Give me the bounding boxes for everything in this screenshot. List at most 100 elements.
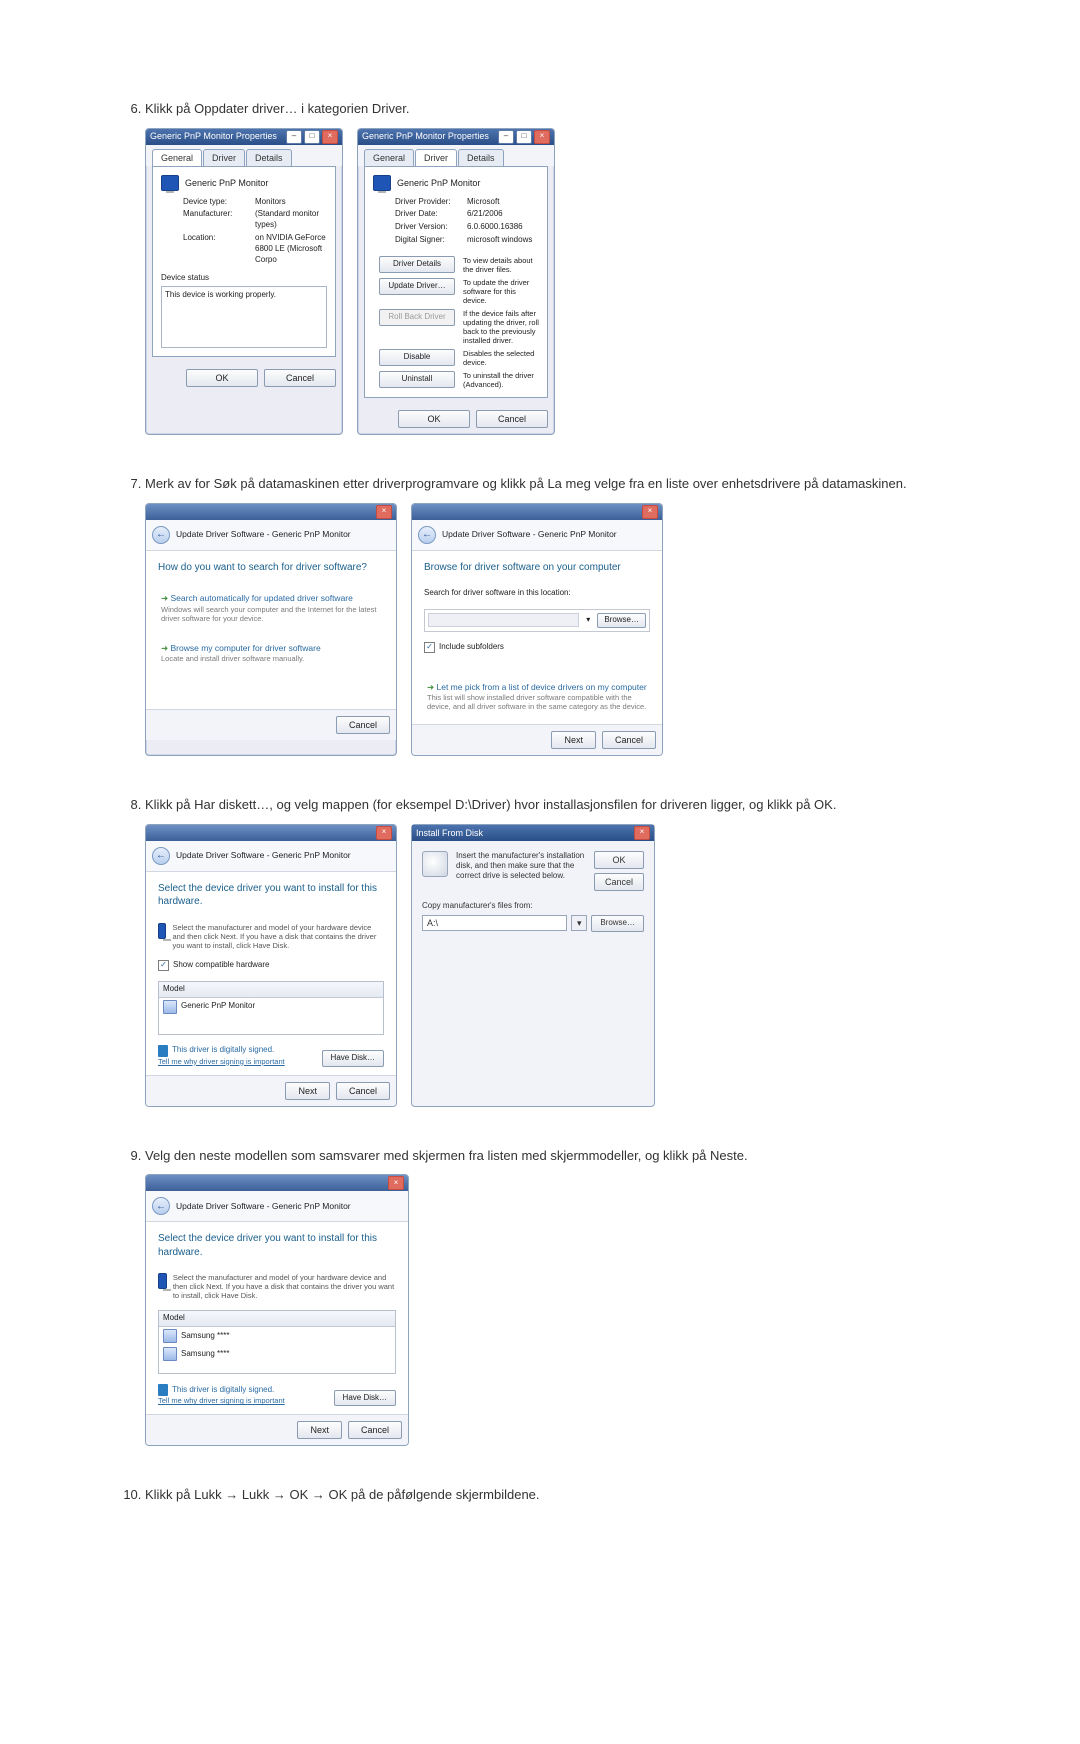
option-title: Let me pick from a list of device driver…	[427, 682, 647, 693]
close-icon[interactable]: ×	[388, 1176, 404, 1190]
cancel-button[interactable]: Cancel	[348, 1421, 402, 1439]
device-icon	[163, 1347, 177, 1361]
ok-button[interactable]: OK	[398, 410, 470, 428]
cancel-button[interactable]: Cancel	[594, 873, 644, 891]
back-icon[interactable]: ←	[418, 526, 436, 544]
close-icon[interactable]: ×	[642, 505, 658, 519]
checkbox-label: Show compatible hardware	[173, 960, 270, 971]
browse-button[interactable]: Browse…	[591, 915, 644, 932]
next-button[interactable]: Next	[551, 731, 596, 749]
step-text: Klikk på Oppdater driver… i kategorien D…	[145, 101, 409, 116]
label: Location:	[183, 233, 255, 265]
option-browse[interactable]: Browse my computer for driver software L…	[158, 638, 384, 668]
cancel-button[interactable]: Cancel	[602, 731, 656, 749]
breadcrumb: Update Driver Software - Generic PnP Mon…	[442, 529, 617, 540]
location-input[interactable]	[428, 613, 579, 627]
tab-driver[interactable]: Driver	[203, 149, 245, 166]
value: 6/21/2006	[467, 209, 539, 220]
wizard-search: × ←Update Driver Software - Generic PnP …	[145, 503, 397, 757]
device-status-box: This device is working properly.	[161, 286, 327, 348]
desc: To uninstall the driver (Advanced).	[463, 371, 539, 389]
tab-driver[interactable]: Driver	[415, 149, 457, 166]
path-input[interactable]: A:\	[422, 915, 567, 931]
next-button[interactable]: Next	[285, 1082, 330, 1100]
maximize-icon[interactable]: □	[304, 130, 320, 144]
list-item[interactable]: Generic PnP Monitor	[159, 998, 383, 1016]
cancel-button[interactable]: Cancel	[336, 716, 390, 734]
tab-general[interactable]: General	[364, 149, 414, 166]
disk-icon	[422, 851, 448, 877]
option-desc: This list will show installed driver sof…	[427, 693, 647, 711]
window-title: Generic PnP Monitor Properties	[150, 130, 277, 142]
ok-button[interactable]: OK	[594, 851, 644, 869]
monitor-icon	[158, 923, 166, 939]
desc: To view details about the driver files.	[463, 256, 539, 274]
label: Device type:	[183, 197, 255, 208]
label: Device status	[161, 273, 327, 284]
titlebar: Generic PnP Monitor Properties – □ ×	[358, 129, 554, 145]
back-icon[interactable]: ←	[152, 526, 170, 544]
device-name: Generic PnP Monitor	[397, 177, 480, 189]
titlebar: Generic PnP Monitor Properties – □ ×	[146, 129, 342, 145]
model-name: Samsung ****	[181, 1349, 229, 1360]
desc: Disables the selected device.	[463, 349, 539, 367]
device-icon	[163, 1329, 177, 1343]
wizard-browse: × ← Update Driver Software - Generic PnP …	[411, 503, 663, 757]
show-compatible-checkbox[interactable]: ✓Show compatible hardware	[158, 960, 384, 971]
tab-details[interactable]: Details	[458, 149, 504, 166]
dialog-properties-driver: Generic PnP Monitor Properties – □ × Gen…	[357, 128, 555, 435]
signing-link[interactable]: Tell me why driver signing is important	[158, 1057, 285, 1067]
heading: Browse for driver software on your compu…	[424, 561, 650, 575]
back-icon[interactable]: ←	[152, 847, 170, 865]
instruction-list: Klikk på Oppdater driver… i kategorien D…	[90, 100, 990, 1504]
have-disk-button[interactable]: Have Disk…	[322, 1050, 384, 1067]
chevron-down-icon[interactable]: ▾	[571, 915, 587, 931]
option-desc: Locate and install driver software manua…	[161, 654, 381, 663]
chevron-down-icon[interactable]: ▾	[583, 615, 593, 626]
heading: Select the device driver you want to ins…	[158, 882, 384, 909]
driver-details-button[interactable]: Driver Details	[379, 256, 455, 273]
close-icon[interactable]: ×	[634, 826, 650, 840]
list-item[interactable]: Samsung ****	[159, 1327, 395, 1345]
option-let-me-pick[interactable]: Let me pick from a list of device driver…	[424, 677, 650, 716]
step-8: Klikk på Har diskett…, og velg mappen (f…	[145, 796, 990, 1107]
model-list: Model Samsung **** Samsung ****	[158, 1310, 396, 1374]
tab-general[interactable]: General	[152, 149, 202, 166]
ok-button[interactable]: OK	[186, 369, 258, 387]
disable-button[interactable]: Disable	[379, 349, 455, 366]
desc: If the device fails after updating the d…	[463, 309, 539, 345]
signature-text: This driver is digitally signed.	[172, 1385, 274, 1396]
have-disk-button[interactable]: Have Disk…	[334, 1390, 396, 1407]
option-search-auto[interactable]: Search automatically for updated driver …	[158, 588, 384, 627]
label: Driver Provider:	[395, 197, 467, 208]
cancel-button[interactable]: Cancel	[264, 369, 336, 387]
uninstall-button[interactable]: Uninstall	[379, 371, 455, 388]
minimize-icon[interactable]: –	[286, 130, 302, 144]
maximize-icon[interactable]: □	[516, 130, 532, 144]
minimize-icon[interactable]: –	[498, 130, 514, 144]
browse-button[interactable]: Browse…	[597, 613, 646, 628]
step-text: Klikk på Lukk → Lukk → OK → OK på de påf…	[145, 1487, 540, 1502]
close-icon[interactable]: ×	[534, 130, 550, 144]
back-icon[interactable]: ←	[152, 1197, 170, 1215]
cancel-button[interactable]: Cancel	[336, 1082, 390, 1100]
device-icon	[163, 1000, 177, 1014]
close-icon[interactable]: ×	[376, 826, 392, 840]
include-subfolders-checkbox[interactable]: ✓Include subfolders	[424, 642, 650, 653]
subtext: Select the manufacturer and model of you…	[173, 1273, 396, 1300]
step-6: Klikk på Oppdater driver… i kategorien D…	[145, 100, 990, 435]
signing-link[interactable]: Tell me why driver signing is important	[158, 1396, 285, 1406]
next-button[interactable]: Next	[297, 1421, 342, 1439]
dialog-install-from-disk: Install From Disk × Insert the manufactu…	[411, 824, 655, 1107]
tab-details[interactable]: Details	[246, 149, 292, 166]
cancel-button[interactable]: Cancel	[476, 410, 548, 428]
close-icon[interactable]: ×	[322, 130, 338, 144]
status-text: This device is working properly.	[165, 290, 276, 299]
value: (Standard monitor types)	[255, 209, 327, 231]
close-icon[interactable]: ×	[376, 505, 392, 519]
desc: To update the driver software for this d…	[463, 278, 539, 305]
list-item[interactable]: Samsung ****	[159, 1345, 395, 1363]
update-driver-button[interactable]: Update Driver…	[379, 278, 455, 295]
label: Search for driver software in this locat…	[424, 588, 650, 599]
value: Monitors	[255, 197, 327, 208]
